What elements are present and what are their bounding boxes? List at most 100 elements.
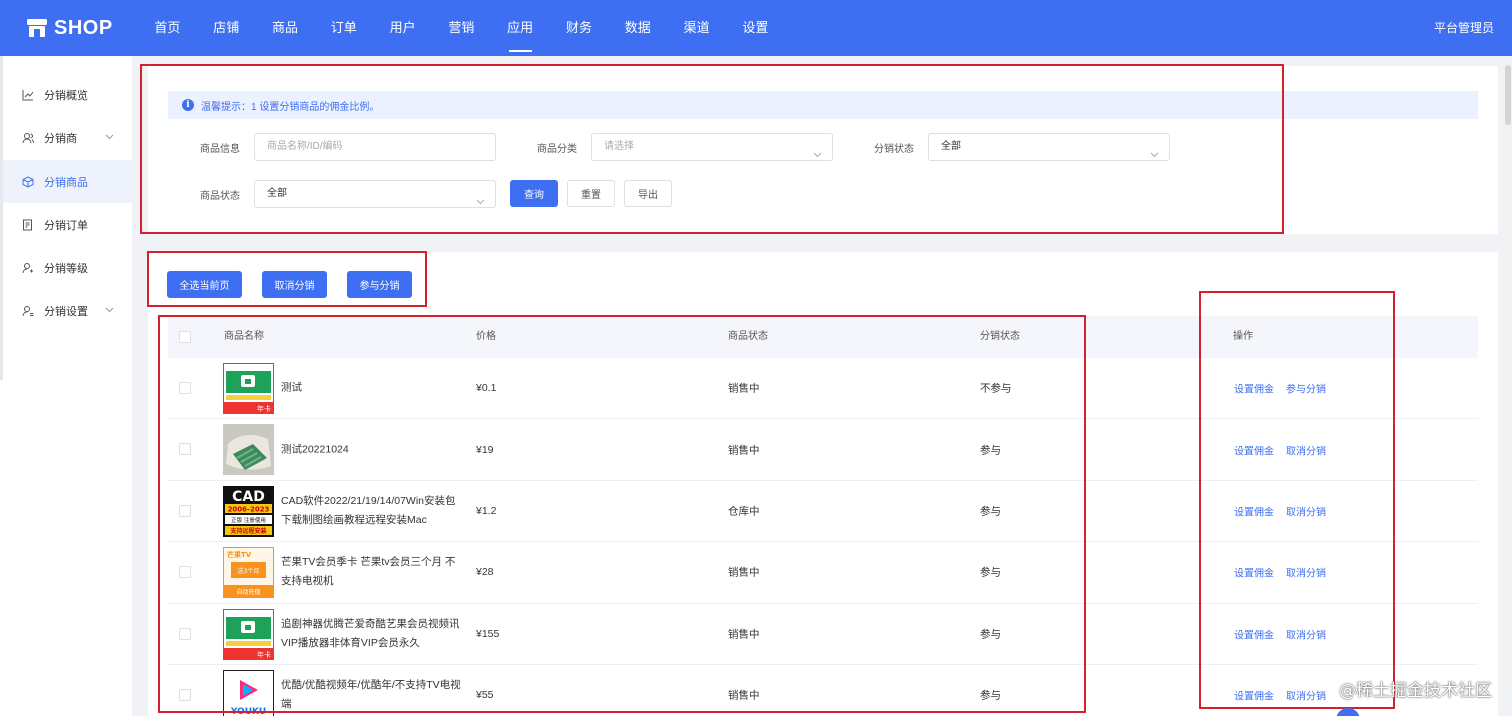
- sidebar-item-label: 分销订单: [44, 219, 88, 232]
- chevron-down-icon: [813, 143, 822, 169]
- product-price: ¥19: [476, 443, 494, 456]
- cancel-dist-button[interactable]: 取消分销: [262, 271, 327, 298]
- table-row: 芒果TV 送3个月 自动充值 芒果TV会员季卡 芒果tv会员三个月 不支持电视机 ¥28…: [168, 542, 1478, 604]
- thumb-mango-foot: 自动充值: [236, 588, 260, 596]
- nav-home[interactable]: 首页: [138, 0, 197, 56]
- thumb-cad-title: CAD: [232, 489, 265, 505]
- product-name[interactable]: 测试20221024: [281, 440, 461, 459]
- sidebar-item-overview[interactable]: 分销概览: [3, 73, 132, 116]
- toggle-dist-link[interactable]: 取消分销: [1286, 442, 1326, 457]
- toggle-dist-link[interactable]: 取消分销: [1286, 503, 1326, 518]
- row-checkbox[interactable]: [179, 443, 191, 456]
- nav-marketing[interactable]: 营销: [432, 0, 491, 56]
- nav-settings[interactable]: 设置: [726, 0, 785, 56]
- sidebar-item-distributors[interactable]: 分销商: [3, 116, 132, 159]
- scrollbar[interactable]: [1504, 65, 1512, 685]
- row-checkbox[interactable]: [179, 382, 191, 394]
- th-dist-status: 分销状态: [980, 331, 1020, 342]
- query-button[interactable]: 查询: [510, 180, 558, 207]
- reset-button[interactable]: 重置: [567, 180, 615, 207]
- nav-orders[interactable]: 订单: [314, 0, 373, 56]
- product-thumbnail[interactable]: YOUKU: [223, 670, 274, 716]
- product-name[interactable]: 追剧神器优腾芒爱奇酷艺果会员视频讯VIP播放器非体育VIP会员永久: [281, 615, 461, 653]
- toggle-dist-link[interactable]: 参与分销: [1286, 381, 1326, 396]
- product-thumbnail[interactable]: 年卡: [223, 608, 274, 660]
- chevron-down-icon: [476, 190, 485, 216]
- product-name[interactable]: 测试: [281, 379, 461, 398]
- thumb-mango-brand: 芒果TV: [227, 550, 252, 559]
- set-commission-link[interactable]: 设置佣金: [1234, 442, 1274, 457]
- level-icon: [21, 261, 35, 275]
- join-dist-button[interactable]: 参与分销: [347, 271, 412, 298]
- nav-finance[interactable]: 财务: [550, 0, 609, 56]
- set-commission-link[interactable]: 设置佣金: [1234, 381, 1274, 396]
- table-row: 年卡 追剧神器优腾芒爱奇酷艺果会员视频讯VIP播放器非体育VIP会员永久 ¥155 销…: [168, 603, 1478, 665]
- product-status: 仓库中: [728, 505, 760, 518]
- row-checkbox[interactable]: [179, 504, 191, 517]
- dist-status: 参与: [980, 444, 1001, 457]
- product-info-input[interactable]: 商品名称/ID/编码: [254, 133, 496, 161]
- product-price: ¥28: [476, 566, 494, 579]
- row-checkbox[interactable]: [179, 689, 191, 701]
- sidebar-item-orders[interactable]: 分销订单: [3, 203, 132, 246]
- th-ops: 操作: [1233, 331, 1253, 342]
- brand-name: SHOP: [54, 16, 113, 39]
- sidebar: 分销概览 分销商 分销商品 分销订单 分销等级 分销设置: [0, 56, 132, 716]
- tip-text: 温馨提示：1 设置分销商品的佣金比例。: [201, 101, 380, 113]
- info-icon: i: [182, 99, 194, 111]
- nav-store[interactable]: 店铺: [197, 0, 256, 56]
- table-row: CAD 2006-2023 正版 注册使用 支持远程安装 CAD软件2022/21/19…: [168, 480, 1478, 543]
- product-thumbnail[interactable]: 芒果TV 送3个月 自动充值: [223, 547, 274, 599]
- label-dist-status: 分销状态: [874, 144, 914, 155]
- set-commission-link[interactable]: 设置佣金: [1234, 565, 1274, 580]
- dist-status: 参与: [980, 505, 1001, 518]
- row-checkbox[interactable]: [179, 566, 191, 579]
- watermark: @稀土掘金技术社区: [1339, 681, 1492, 701]
- dist-status-select[interactable]: 全部: [928, 133, 1170, 161]
- toggle-dist-link[interactable]: 取消分销: [1286, 626, 1326, 641]
- row-checkbox[interactable]: [179, 627, 191, 640]
- product-status: 销售中: [728, 689, 760, 702]
- product-status: 销售中: [728, 628, 760, 641]
- product-status-select-value: 全部: [267, 188, 287, 199]
- th-price: 价格: [476, 331, 496, 342]
- set-commission-link[interactable]: 设置佣金: [1234, 503, 1274, 518]
- sidebar-item-levels[interactable]: 分销等级: [3, 246, 132, 289]
- product-thumbnail[interactable]: [223, 424, 274, 476]
- scrollbar-thumb[interactable]: [1505, 65, 1511, 125]
- toggle-dist-link[interactable]: 取消分销: [1286, 565, 1326, 580]
- product-price: ¥1.2: [476, 504, 497, 517]
- chevron-down-icon: [105, 131, 114, 143]
- product-status: 销售中: [728, 382, 760, 395]
- sidebar-item-products[interactable]: 分销商品: [3, 160, 132, 203]
- thumb-card-label: 年卡: [257, 404, 271, 413]
- select-page-button[interactable]: 全选当前页: [167, 271, 242, 298]
- product-name[interactable]: 芒果TV会员季卡 芒果tv会员三个月 不支持电视机: [281, 553, 461, 591]
- nav-data[interactable]: 数据: [608, 0, 667, 56]
- set-commission-link[interactable]: 设置佣金: [1234, 626, 1274, 641]
- toggle-dist-link[interactable]: 取消分销: [1286, 688, 1326, 703]
- nav-channels[interactable]: 渠道: [667, 0, 726, 56]
- thumb-cad-years: 2006-2023: [228, 505, 270, 513]
- admin-menu[interactable]: 平台管理员: [1434, 0, 1494, 56]
- product-thumbnail[interactable]: 年卡: [223, 363, 274, 414]
- logo[interactable]: SHOP: [26, 14, 113, 42]
- category-select[interactable]: 请选择: [591, 133, 833, 161]
- nav-users[interactable]: 用户: [373, 0, 432, 56]
- select-all-checkbox[interactable]: [179, 331, 191, 343]
- export-button[interactable]: 导出: [624, 180, 672, 207]
- set-commission-link[interactable]: 设置佣金: [1234, 688, 1274, 703]
- product-status-select[interactable]: 全部: [254, 180, 496, 208]
- nav-products[interactable]: 商品: [256, 0, 315, 56]
- thumb-cad-sub: 正版 注册使用: [231, 516, 266, 524]
- product-status: 销售中: [728, 566, 760, 579]
- product-thumbnail[interactable]: CAD 2006-2023 正版 注册使用 支持远程安装: [223, 485, 274, 537]
- sidebar-item-settings[interactable]: 分销设置: [3, 289, 132, 332]
- chevron-down-icon: [1150, 143, 1159, 169]
- product-name[interactable]: 优酷/优酷视频年/优酷年/不支持TV电视端: [281, 676, 461, 714]
- product-name[interactable]: CAD软件2022/21/19/14/07Win安装包下载制图绘画教程远程安装M…: [281, 492, 461, 530]
- product-price: ¥55: [476, 689, 494, 702]
- table-header: 商品名称 价格 商品状态 分销状态 操作: [168, 316, 1478, 358]
- nav-apps[interactable]: 应用: [491, 0, 550, 56]
- sidebar-item-label: 分销设置: [44, 305, 88, 318]
